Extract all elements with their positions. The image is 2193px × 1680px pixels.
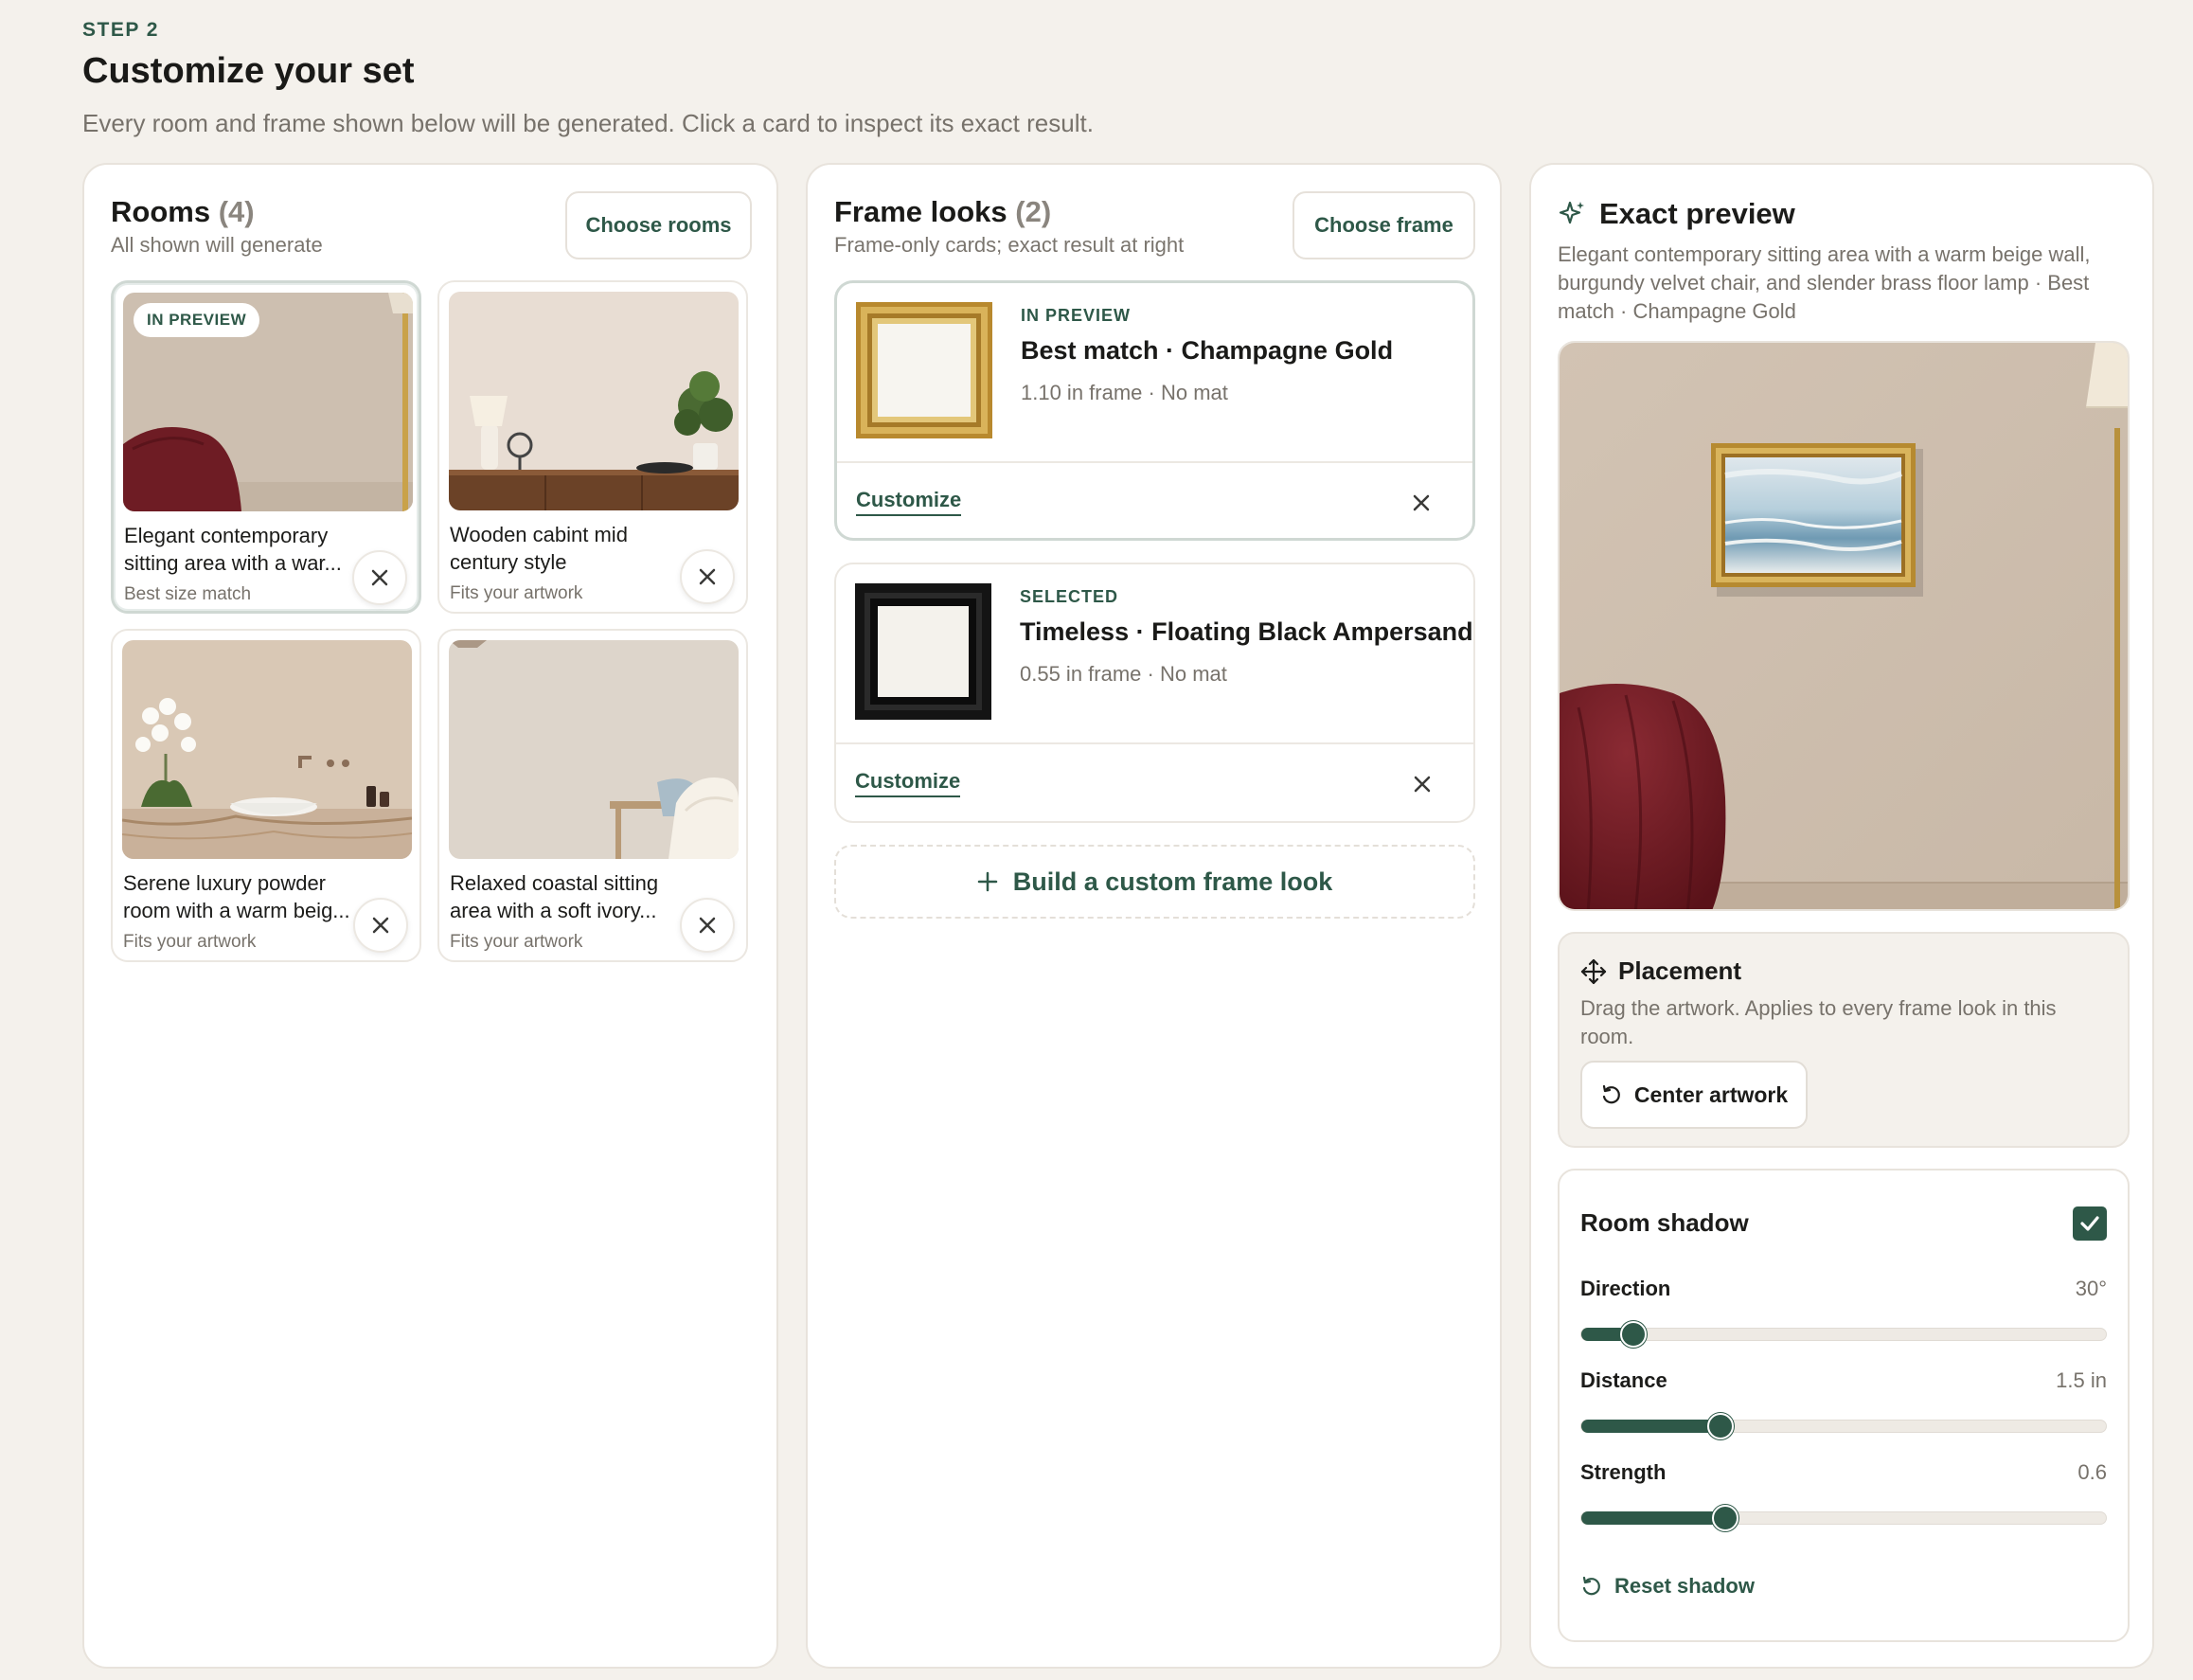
- customize-link[interactable]: Customize: [856, 488, 962, 516]
- step-label: STEP 2: [82, 19, 159, 41]
- page-header: STEP 2 Customize your set Every room and…: [82, 19, 1094, 138]
- room-thumbnail-1: IN PREVIEW: [123, 293, 413, 511]
- strength-slider-handle[interactable]: [1712, 1505, 1739, 1531]
- distance-slider-fill: [1581, 1420, 1721, 1433]
- remove-room-button[interactable]: [680, 549, 735, 604]
- strength-value: 0.6: [2077, 1460, 2107, 1484]
- direction-slider[interactable]: [1580, 1321, 2107, 1348]
- rooms-panel: Rooms (4) All shown will generate Choose…: [82, 163, 778, 1669]
- divider: [837, 461, 1472, 463]
- build-custom-frame-button[interactable]: Build a custom frame look: [834, 845, 1475, 919]
- frame-card-2[interactable]: SELECTED Timeless · Floating Black Amper…: [834, 563, 1475, 823]
- room-thumbnail-2: [449, 292, 739, 510]
- frame-status-label: IN PREVIEW: [1021, 306, 1132, 325]
- strength-label: Strength: [1580, 1460, 1667, 1484]
- reset-icon: [1602, 1084, 1620, 1104]
- sparkle-icon: [1559, 201, 1584, 224]
- divider: [836, 742, 1473, 744]
- room-name: Wooden cabint mid century style: [450, 523, 628, 574]
- room-shadow-title: Room shadow: [1580, 1208, 1749, 1237]
- room-card-2[interactable]: Wooden cabint mid century style Fits you…: [437, 280, 748, 614]
- close-icon: [1413, 494, 1430, 511]
- page-subtitle: Every room and frame shown below will be…: [82, 109, 1094, 137]
- placement-section: Placement Drag the artwork. Applies to e…: [1558, 932, 2130, 1148]
- reset-shadow-button[interactable]: Reset shadow: [1580, 1574, 1755, 1599]
- frame-looks-panel: Frame looks (2) Frame-only cards; exact …: [806, 163, 1502, 1669]
- room-meta: Fits your artwork: [123, 932, 257, 952]
- strength-slider[interactable]: [1580, 1505, 2107, 1531]
- room-shadow-checkbox[interactable]: [2073, 1206, 2107, 1241]
- placement-header: Placement: [1580, 956, 1741, 986]
- close-icon: [371, 569, 388, 586]
- remove-frame-button[interactable]: [1408, 490, 1435, 516]
- room-shadow-section: Room shadow Direction 30° Distance 1.5 i…: [1558, 1169, 2130, 1642]
- center-artwork-button[interactable]: Center artwork: [1580, 1061, 1808, 1129]
- room-name: Relaxed coastal sitting area with a soft…: [450, 871, 659, 922]
- close-icon: [699, 917, 716, 934]
- close-icon: [699, 568, 716, 585]
- center-artwork-label: Center artwork: [1633, 1081, 1789, 1107]
- direction-value: 30°: [2075, 1277, 2107, 1300]
- build-custom-frame-label: Build a custom frame look: [1012, 867, 1333, 896]
- frames-subtitle: Frame-only cards; exact result at right: [834, 233, 1185, 257]
- frame-meta: 0.55 in frame · No mat: [1020, 662, 1227, 686]
- choose-frame-button[interactable]: Choose frame: [1293, 191, 1475, 259]
- frames-title: Frame looks (2): [834, 195, 1052, 228]
- direction-label: Direction: [1580, 1277, 1671, 1300]
- rooms-subtitle: All shown will generate: [111, 233, 323, 257]
- in-preview-badge: IN PREVIEW: [134, 303, 260, 337]
- room-name: Serene luxury powder room with a warm be…: [123, 871, 350, 922]
- remove-room-button[interactable]: [353, 898, 408, 953]
- room-meta: Fits your artwork: [450, 932, 583, 952]
- frame-card-1[interactable]: IN PREVIEW Best match · Champagne Gold 1…: [834, 280, 1475, 541]
- preview-description: Elegant contemporary sitting area with a…: [1558, 242, 2091, 323]
- room-card-3[interactable]: Serene luxury powder room with a warm be…: [111, 629, 421, 962]
- frame-status-label: SELECTED: [1020, 587, 1119, 606]
- check-icon: [2080, 1216, 2099, 1231]
- choose-rooms-button[interactable]: Choose rooms: [565, 191, 752, 259]
- preview-title: Exact preview: [1599, 197, 1795, 230]
- rooms-title: Rooms (4): [111, 195, 255, 228]
- frame-meta: 1.10 in frame · No mat: [1021, 381, 1228, 404]
- preview-header: Exact preview: [1558, 197, 1795, 231]
- distance-label: Distance: [1580, 1368, 1667, 1392]
- placement-title: Placement: [1618, 956, 1742, 985]
- rooms-count: (4): [218, 195, 255, 228]
- remove-room-button[interactable]: [352, 550, 407, 605]
- move-icon: [1580, 958, 1607, 984]
- customize-link[interactable]: Customize: [855, 769, 961, 797]
- distance-slider-handle[interactable]: [1706, 1413, 1734, 1439]
- remove-frame-button[interactable]: [1409, 771, 1435, 797]
- reset-icon: [1582, 1576, 1600, 1596]
- distance-slider[interactable]: [1580, 1413, 2107, 1439]
- remove-room-button[interactable]: [680, 898, 735, 953]
- reset-shadow-label: Reset shadow: [1614, 1574, 1755, 1598]
- direction-slider-handle[interactable]: [1620, 1321, 1648, 1348]
- black-frame-thumbnail: [855, 583, 995, 724]
- room-meta: Fits your artwork: [450, 583, 583, 603]
- gold-frame-thumbnail: [856, 302, 996, 442]
- placement-description: Drag the artwork. Applies to every frame…: [1580, 996, 2057, 1048]
- plus-icon: [977, 871, 997, 892]
- room-meta: Best size match: [124, 584, 252, 604]
- strength-slider-fill: [1581, 1511, 1726, 1525]
- preview-image[interactable]: [1558, 341, 2130, 911]
- frame-name: Timeless · Floating Black Ampersand: [1020, 617, 1473, 646]
- frames-count: (2): [1015, 195, 1052, 228]
- room-card-4[interactable]: Relaxed coastal sitting area with a soft…: [437, 629, 748, 962]
- exact-preview-panel: Exact preview Elegant contemporary sitti…: [1529, 163, 2154, 1669]
- room-thumbnail-3: [122, 640, 412, 859]
- close-icon: [1414, 776, 1431, 793]
- close-icon: [372, 917, 389, 934]
- distance-value: 1.5 in: [2056, 1368, 2107, 1392]
- room-name: Elegant contemporary sitting area with a…: [124, 524, 342, 575]
- room-thumbnail-4: [449, 640, 739, 859]
- frame-name: Best match · Champagne Gold: [1021, 336, 1394, 365]
- room-card-1[interactable]: IN PREVIEW Elegant contemporary sitting …: [111, 280, 421, 614]
- page-title: Customize your set: [82, 51, 415, 91]
